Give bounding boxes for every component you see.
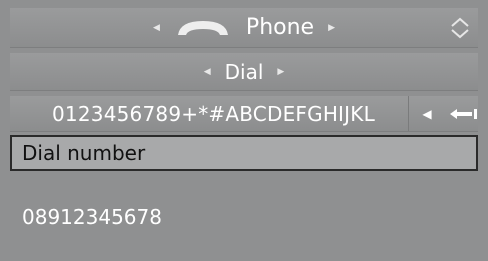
backspace-button[interactable]: [444, 96, 482, 131]
backspace-icon: [450, 108, 477, 119]
cursor-left-button[interactable]: ◀: [414, 96, 440, 131]
phone-handset-icon: [177, 20, 228, 35]
arrow-right-icon[interactable]: ▶: [277, 67, 284, 77]
character-selector-bar[interactable]: 0123456789+*#ABCDEFGHIJKL ◀: [10, 96, 478, 132]
phone-dial-screen: ◀ Phone ▶ ◀ Dial ▶ 0123456789+*#ABCDEFGH…: [0, 0, 488, 261]
entered-number: 08912345678: [22, 205, 162, 229]
dial-number-field[interactable]: Dial number: [10, 135, 478, 171]
character-set-text[interactable]: 0123456789+*#ABCDEFGHIJKL: [52, 102, 375, 126]
dial-number-label: Dial number: [22, 141, 146, 165]
arrow-left-icon: ◀: [422, 106, 432, 121]
divider: [408, 96, 409, 131]
dial-menu-bar[interactable]: ◀ Dial ▶: [10, 53, 478, 91]
arrow-left-icon[interactable]: ◀: [153, 23, 160, 33]
arrow-right-icon[interactable]: ▶: [328, 23, 335, 33]
corner-controller-icon: [451, 17, 469, 39]
phone-header-bar[interactable]: ◀ Phone ▶: [10, 8, 478, 48]
phone-title: Phone: [245, 15, 315, 40]
dial-title: Dial: [224, 59, 264, 84]
arrow-left-icon[interactable]: ◀: [204, 67, 211, 77]
